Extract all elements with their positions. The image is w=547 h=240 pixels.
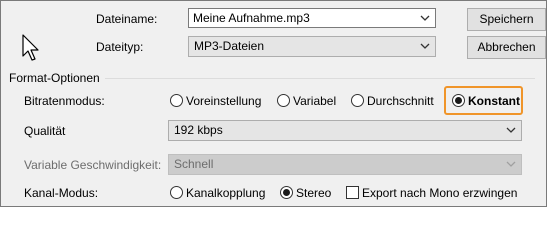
variable-speed-label: Variable Geschwindigkeit: [24,158,162,172]
radio-konstant-label: Konstant [468,94,520,108]
radio-voreinstellung[interactable] [170,94,183,107]
radio-stereo-label: Stereo [296,186,332,200]
mono-export-label: Export nach Mono erzwingen [362,186,518,200]
chevron-down-icon [420,43,430,49]
radio-kanalkopplung-label: Kanalkopplung [186,186,266,200]
quality-select[interactable]: 192 kbps [168,120,522,141]
save-button[interactable]: Speichern [467,8,546,31]
filetype-value: MP3-Dateien [194,39,265,53]
variable-speed-value: Schnell [174,157,214,171]
mouse-cursor-icon [22,34,39,61]
radio-variabel[interactable] [277,94,290,107]
quality-value: 192 kbps [174,123,223,137]
radio-konstant[interactable] [452,94,465,107]
bitrate-mode-label: Bitratenmodus: [24,94,105,108]
radio-voreinstellung-label: Voreinstellung [186,94,262,108]
cancel-button[interactable]: Abbrechen [467,36,546,59]
filetype-select[interactable]: MP3-Dateien [188,36,436,57]
chevron-down-icon[interactable] [420,14,430,22]
chevron-down-icon [506,127,516,133]
radio-durchschnitt-label: Durchschnitt [367,94,434,108]
radio-kanalkopplung[interactable] [170,186,183,199]
filename-input[interactable]: Meine Aufnahme.mp3 [188,8,436,28]
variable-speed-select: Schnell [168,154,522,175]
radio-stereo[interactable] [280,186,293,199]
chevron-down-icon [506,161,516,167]
radio-variabel-label: Variabel [293,94,337,108]
filetype-label: Dateityp: [96,40,144,54]
channel-mode-label: Kanal-Modus: [24,186,99,200]
filename-value: Meine Aufnahme.mp3 [193,11,310,25]
mono-export-checkbox[interactable] [346,186,359,199]
export-dialog: Dateiname: Meine Aufnahme.mp3 Speichern … [0,0,547,207]
filename-label: Dateiname: [96,12,158,26]
radio-durchschnitt[interactable] [351,94,364,107]
format-options-title: Format-Optionen [9,71,100,85]
quality-label: Qualität [24,124,66,138]
group-divider [105,78,535,79]
